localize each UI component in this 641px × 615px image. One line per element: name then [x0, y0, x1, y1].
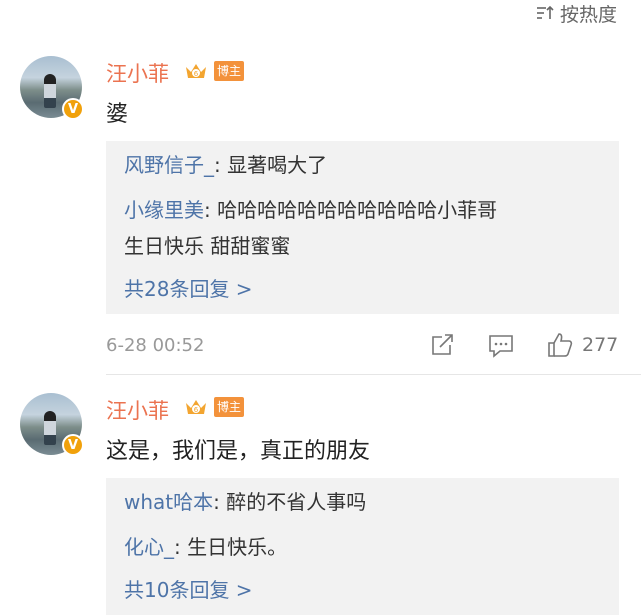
sort-by-hot-button[interactable]: 按热度 [536, 0, 617, 26]
sort-label: 按热度 [559, 3, 617, 26]
crown-icon: 6 [186, 64, 206, 78]
more-replies-link[interactable]: 共10条回复 > [124, 574, 253, 603]
reply-line[interactable]: what哈本: 醉的不省人事吗 [124, 486, 603, 518]
reply-box[interactable]: 风野信子_: 显著喝大了 小缘里美: 哈哈哈哈哈哈哈哈哈哈哈小菲哥 生日快乐 甜… [106, 141, 619, 314]
like-button[interactable]: 277 [546, 331, 618, 359]
reply-text: 哈哈哈哈哈哈哈哈哈哈哈小菲哥 [217, 198, 498, 222]
comment-icon [489, 335, 513, 358]
reply-author[interactable]: what哈本 [124, 490, 213, 514]
blogger-badge: 博主 [214, 397, 245, 417]
share-icon [432, 334, 453, 355]
verified-icon: V [62, 434, 84, 456]
reply-line[interactable]: 风野信子_: 显著喝大了 [124, 149, 603, 181]
more-replies-link[interactable]: 共28条回复 > [124, 273, 253, 302]
reply-text: 生日快乐。 [187, 535, 288, 559]
svg-text:6: 6 [194, 406, 199, 414]
reply-line[interactable]: 小缘里美: 哈哈哈哈哈哈哈哈哈哈哈小菲哥 [124, 194, 603, 226]
reply-box[interactable]: what哈本: 醉的不省人事吗 化心_: 生日快乐。 共10条回复 > [106, 478, 619, 615]
like-count: 277 [582, 334, 619, 356]
sort-icon [536, 5, 554, 19]
comment-text: 这是，我们是，真正的朋友 [106, 439, 371, 464]
username[interactable]: 汪小菲 [106, 395, 169, 425]
reply-line-continued: 生日快乐 甜甜蜜蜜 [124, 230, 603, 262]
reply-text: 生日快乐 甜甜蜜蜜 [124, 234, 291, 258]
blogger-badge: 博主 [214, 61, 245, 81]
reply-line[interactable]: 化心_: 生日快乐。 [124, 531, 603, 563]
comment-text: 婆 [106, 102, 129, 127]
reply-author[interactable]: 小缘里美 [124, 198, 204, 222]
svg-text:6: 6 [194, 70, 199, 78]
reply-text: 显著喝大了 [227, 153, 328, 177]
divider [106, 374, 641, 375]
crown-icon: 6 [186, 400, 206, 414]
comment-button[interactable] [487, 333, 515, 359]
share-button[interactable] [430, 333, 456, 357]
username[interactable]: 汪小菲 [106, 58, 169, 88]
thumbs-up-icon [548, 333, 573, 357]
comment-time: 6-28 00:52 [106, 335, 205, 356]
reply-author[interactable]: 风野信子_ [124, 153, 214, 177]
verified-icon: V [62, 98, 84, 120]
reply-text: 醉的不省人事吗 [226, 490, 367, 514]
reply-author[interactable]: 化心_ [124, 535, 174, 559]
